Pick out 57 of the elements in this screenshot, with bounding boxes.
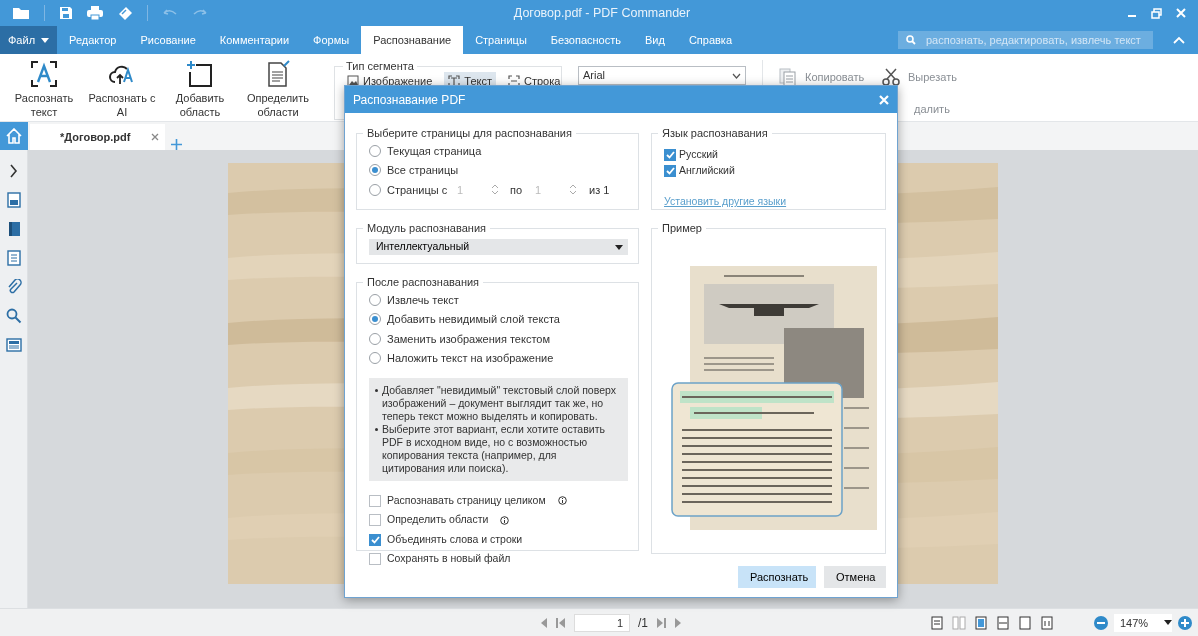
page-count: /1 — [638, 614, 648, 632]
add-area-icon — [186, 60, 214, 88]
previous-page-icon[interactable] — [540, 617, 548, 628]
window-title: Договор.pdf - PDF Commander — [513, 5, 691, 20]
ribbon-button[interactable]: Распознать текст — [8, 60, 80, 121]
group-title: Тип сегмента — [345, 60, 415, 72]
close-icon[interactable] — [151, 133, 159, 141]
page-thumbnail-icon[interactable] — [5, 192, 22, 208]
restore-icon[interactable] — [1151, 7, 1162, 19]
zoom-in-icon[interactable] — [1178, 615, 1192, 630]
home-icon — [5, 128, 22, 144]
undo-icon[interactable] — [162, 8, 178, 18]
home-button[interactable] — [0, 122, 28, 150]
ribbon-button[interactable]: Добавить область — [164, 60, 236, 121]
save-icon[interactable] — [59, 6, 73, 20]
single-page-icon[interactable] — [930, 615, 944, 630]
folder-icon[interactable] — [12, 6, 30, 20]
ocr-icon — [30, 60, 58, 88]
page-number-field[interactable]: 1 — [574, 613, 630, 632]
actual-size-icon[interactable] — [1040, 615, 1054, 630]
search-field[interactable]: распознать, редактировать, извлечь текст — [898, 31, 1153, 49]
chevron-up-icon[interactable] — [1173, 36, 1185, 44]
zoom-dropdown[interactable]: 147% — [1114, 613, 1172, 632]
group-title: Выберите страницы для распознавания — [366, 127, 573, 139]
caret-icon — [41, 37, 50, 43]
zoom-out-icon[interactable] — [1094, 615, 1108, 630]
text-frame-icon — [448, 75, 461, 88]
fit-width-icon[interactable] — [996, 615, 1010, 630]
radio-option[interactable]: Текущая страница — [369, 141, 482, 161]
search-icon[interactable] — [5, 308, 22, 324]
scissors-icon — [882, 68, 900, 87]
file-menu-button[interactable]: Файл — [0, 26, 58, 54]
dialog-title: Распознавание PDF — [353, 91, 466, 109]
two-pages-icon[interactable] — [952, 615, 966, 630]
last-page-icon[interactable] — [656, 617, 666, 628]
paperclip-icon[interactable] — [5, 279, 22, 295]
redo-icon[interactable] — [192, 8, 208, 18]
next-page-icon[interactable] — [674, 617, 682, 628]
panel-icon[interactable] — [5, 337, 22, 353]
segment-type-button[interactable]: Строка — [504, 72, 565, 91]
chevron-down-icon — [732, 72, 741, 79]
fit-page-icon[interactable] — [974, 615, 988, 630]
document-tab[interactable]: *Договор.pdf — [30, 124, 165, 150]
ribbon-button[interactable]: Определить области — [242, 60, 314, 121]
print-icon[interactable] — [87, 6, 103, 20]
first-page-icon[interactable] — [556, 617, 566, 628]
add-tab-icon[interactable] — [171, 139, 182, 150]
page-icon[interactable] — [1018, 615, 1032, 630]
line-frame-icon — [508, 75, 520, 88]
caret-icon — [1164, 620, 1172, 625]
document-icon[interactable] — [5, 250, 22, 266]
ribbon-button[interactable]: Распознать с AI — [86, 60, 158, 121]
group-title: Язык распознавания — [661, 127, 769, 139]
font-dropdown[interactable]: Arial — [578, 66, 746, 85]
language-checkbox[interactable]: Русский — [664, 147, 718, 163]
search-icon — [906, 35, 916, 45]
menu-tab[interactable]: Распознавание — [361, 26, 464, 54]
